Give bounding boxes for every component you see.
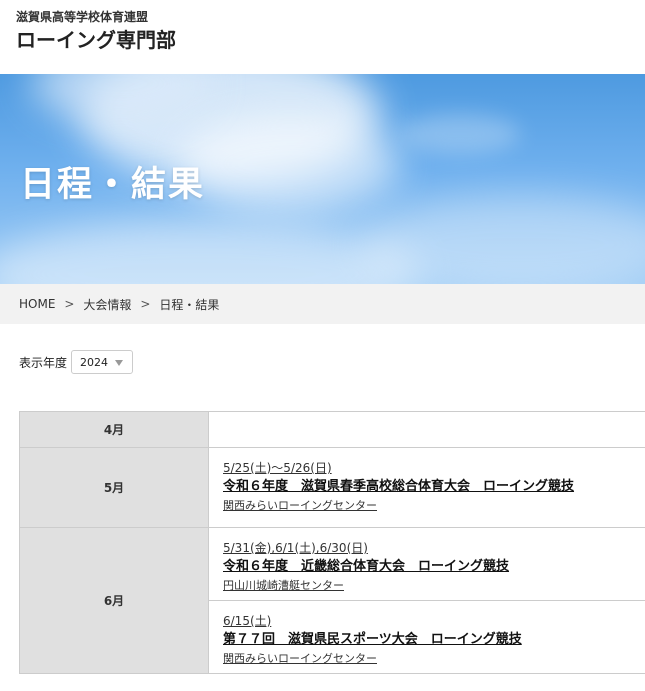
caret-down-icon [115, 360, 124, 366]
event-venue-link[interactable]: 関西みらいローイングセンター [223, 497, 645, 514]
month-cell: 5月 [19, 447, 209, 528]
breadcrumb-tournament-info[interactable]: 大会情報 [83, 296, 131, 313]
event-title-link[interactable]: 令和６年度 近畿総合体育大会 ローイング競技 [223, 557, 645, 577]
site-header: 滋賀県高等学校体育連盟 ローイング専門部 [0, 0, 645, 74]
event-venue-link[interactable]: 円山川城崎漕艇センター [223, 577, 645, 594]
chevron-right-icon: > [140, 297, 151, 311]
event-title-link[interactable]: 令和６年度 滋賀県春季高校総合体育大会 ローイング競技 [223, 477, 645, 497]
breadcrumb-home[interactable]: HOME [19, 297, 55, 311]
site-title-link[interactable]: ローイング専門部 [16, 24, 176, 53]
site-subtitle: 滋賀県高等学校体育連盟 [16, 10, 149, 24]
month-cell: 4月 [19, 411, 209, 448]
chevron-right-icon: > [64, 297, 75, 311]
events-cell [208, 411, 645, 448]
event-item: 5/31(金),6/1(土),6/30(日) 令和６年度 近畿総合体育大会 ロー… [209, 528, 645, 600]
hero-banner: 日程・結果 [0, 74, 645, 284]
year-select[interactable]: 2024 [71, 350, 134, 374]
event-title-link[interactable]: 第７７回 滋賀県民スポーツ大会 ローイング競技 [223, 630, 645, 650]
events-cell: 5/31(金),6/1(土),6/30(日) 令和６年度 近畿総合体育大会 ロー… [208, 527, 645, 674]
event-venue-link[interactable]: 関西みらいローイングセンター [223, 650, 645, 667]
year-filter: 表示年度 2024 [19, 350, 134, 374]
page-title: 日程・結果 [20, 165, 206, 205]
event-item: 5/25(土)～5/26(日) 令和６年度 滋賀県春季高校総合体育大会 ローイン… [209, 448, 645, 527]
event-item: 6/15(土) 第７７回 滋賀県民スポーツ大会 ローイング競技 関西みらいローイ… [209, 600, 645, 673]
event-date: 5/25(土)～5/26(日) [223, 461, 332, 475]
schedule-table: 4月 5月 5/25(土)～5/26(日) 令和６年度 滋賀県春季高校総合体育大… [19, 411, 645, 674]
year-filter-label: 表示年度 [19, 355, 68, 370]
event-date: 5/31(金),6/1(土),6/30(日) [223, 541, 368, 555]
breadcrumb: HOME > 大会情報 > 日程・結果 [0, 284, 645, 324]
breadcrumb-current: 日程・結果 [159, 297, 220, 312]
year-select-value: 2024 [80, 355, 109, 369]
events-cell: 5/25(土)～5/26(日) 令和６年度 滋賀県春季高校総合体育大会 ローイン… [208, 447, 645, 528]
table-row: 5月 5/25(土)～5/26(日) 令和６年度 滋賀県春季高校総合体育大会 ロ… [19, 447, 645, 528]
table-row: 4月 [19, 411, 645, 448]
table-row: 6月 5/31(金),6/1(土),6/30(日) 令和６年度 近畿総合体育大会… [19, 527, 645, 674]
month-cell: 6月 [19, 527, 209, 674]
event-date: 6/15(土) [223, 614, 272, 628]
